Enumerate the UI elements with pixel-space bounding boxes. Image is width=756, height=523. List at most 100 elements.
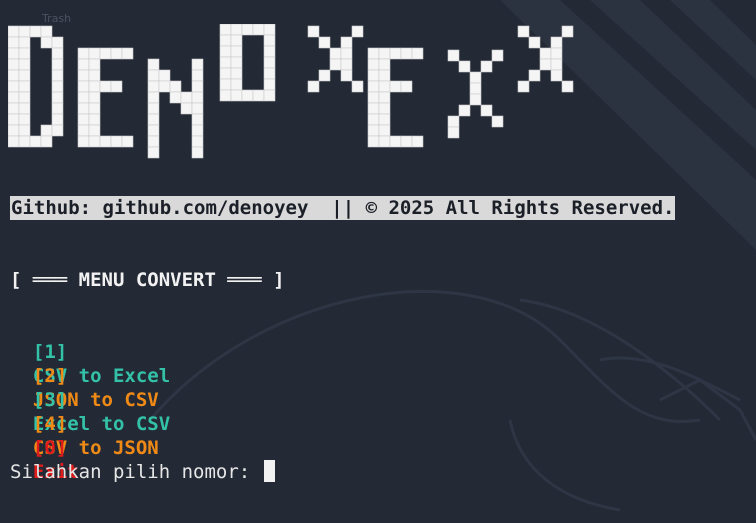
- logo-pixel: [400, 47, 413, 60]
- logo-pixel: [367, 113, 380, 126]
- logo-pixel: [219, 45, 232, 58]
- logo-pixel: [411, 47, 424, 60]
- logo-pixel: [263, 24, 276, 36]
- logo-pixel: [389, 80, 402, 93]
- logo-pixel: [219, 67, 232, 80]
- logo-pixel: [191, 135, 204, 148]
- logo-pixel: [8, 36, 20, 49]
- menu-title: [ ═══ MENU CONVERT ═══ ]: [10, 269, 285, 291]
- logo-pixel: [230, 67, 243, 80]
- logo-pixel: [230, 24, 243, 36]
- logo-pixel: [539, 47, 552, 60]
- logo-pixel: [77, 69, 90, 82]
- logo-pixel: [51, 124, 64, 137]
- logo-pixel: [469, 82, 482, 95]
- logo-pixel: [180, 102, 193, 115]
- logo-pixel: [340, 69, 353, 82]
- logo-pixel: [480, 104, 493, 117]
- logo-pixel: [367, 135, 380, 148]
- logo-pixel: [480, 60, 493, 73]
- prompt-label: Silahkan pilih nomor:: [10, 461, 262, 483]
- logo-pixel: [51, 58, 64, 71]
- logo-pixel: [307, 80, 320, 93]
- logo-pixel: [121, 135, 134, 148]
- logo-pixel: [158, 69, 171, 82]
- logo-pixel: [550, 69, 563, 82]
- logo-pixel: [447, 49, 460, 62]
- logo-pixel: [191, 69, 204, 82]
- logo-pixel: [367, 102, 380, 115]
- logo-pixel: [469, 71, 482, 84]
- logo-pixel: [147, 135, 160, 148]
- logo-pixel: [318, 69, 331, 82]
- logo-pixel: [8, 124, 20, 137]
- logo-pixel: [88, 102, 101, 115]
- logo-pixel: [8, 102, 20, 115]
- logo-pixel: [147, 58, 160, 71]
- logo-pixel: [318, 36, 331, 49]
- logo-pixel: [561, 80, 574, 93]
- logo-pixel: [18, 91, 31, 104]
- logo-pixel: [367, 58, 380, 71]
- logo-pixel: [147, 113, 160, 126]
- logo-pixel: [241, 24, 254, 36]
- logo-pixel: [191, 113, 204, 126]
- logo-pixel: [191, 146, 204, 159]
- logo-pixel: [8, 25, 20, 38]
- logo-pixel: [29, 135, 42, 148]
- logo-pixel: [367, 80, 380, 93]
- logo-pixel: [8, 113, 20, 126]
- logo-pixel: [18, 36, 31, 49]
- logo-pixel: [447, 115, 460, 128]
- logo-pixel: [18, 69, 31, 82]
- logo-pixel: [191, 124, 204, 137]
- logo-pixel: [491, 115, 504, 128]
- logo-pixel: [51, 69, 64, 82]
- logo-pixel: [458, 104, 471, 117]
- logo-pixel: [88, 80, 101, 93]
- logo-pixel: [8, 47, 20, 60]
- logo-pixel: [110, 80, 123, 93]
- logo-pixel: [8, 135, 20, 148]
- logo-pixel: [307, 25, 320, 38]
- logo-pixel: [230, 56, 243, 69]
- logo-pixel: [99, 80, 112, 93]
- logo-pixel: [561, 25, 574, 38]
- menu-item-key: [0]: [32, 437, 68, 459]
- logo-pixel: [378, 58, 391, 71]
- logo-pixel: [191, 58, 204, 71]
- logo-pixel: [241, 89, 254, 102]
- copyright-banner: Github: github.com/denoyey || © 2025 All…: [10, 196, 676, 220]
- logo-pixel: [121, 47, 134, 60]
- logo-pixel: [77, 135, 90, 148]
- logo-pixel: [263, 34, 276, 47]
- logo-pixel: [263, 89, 276, 102]
- logo-pixel: [528, 69, 541, 82]
- logo-pixel: [550, 36, 563, 49]
- logo-pixel: [8, 91, 20, 104]
- logo-pixel: [77, 91, 90, 104]
- logo-pixel: [88, 124, 101, 137]
- logo-pixel: [40, 124, 53, 137]
- logo-pixel: [88, 47, 101, 60]
- logo-pixel: [147, 69, 160, 82]
- logo-pixel: [18, 47, 31, 60]
- logo-pixel: [378, 69, 391, 82]
- logo-pixel: [88, 69, 101, 82]
- logo-pixel: [378, 91, 391, 104]
- logo-pixel: [252, 89, 265, 102]
- logo-pixel: [550, 47, 563, 60]
- logo-pixel: [539, 58, 552, 71]
- logo-pixel: [88, 58, 101, 71]
- logo-pixel: [219, 78, 232, 91]
- text-cursor[interactable]: [263, 460, 275, 482]
- input-prompt[interactable]: Silahkan pilih nomor:: [10, 460, 275, 484]
- logo-pixel: [18, 135, 31, 148]
- logo-pixel: [191, 91, 204, 104]
- logo-pixel: [378, 135, 391, 148]
- logo-pixel: [18, 102, 31, 115]
- logo-pixel: [40, 135, 53, 148]
- logo-pixel: [18, 80, 31, 93]
- logo-pixel: [329, 58, 342, 71]
- logo-pixel: [147, 146, 160, 159]
